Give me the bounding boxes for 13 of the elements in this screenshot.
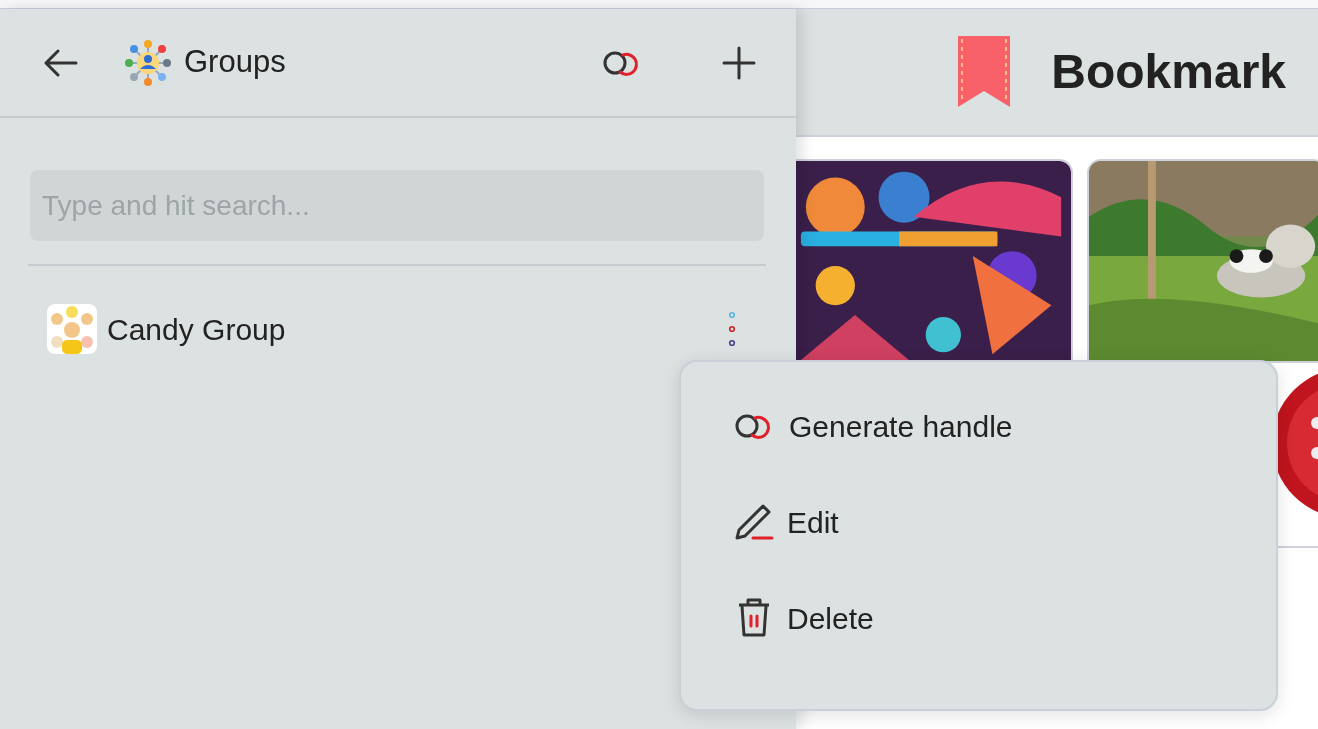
add-icon[interactable] bbox=[722, 45, 756, 80]
group-name[interactable]: Candy Group bbox=[107, 306, 286, 352]
pencil-icon bbox=[733, 502, 775, 542]
back-icon[interactable] bbox=[42, 47, 78, 78]
menu-item[interactable]: Edit bbox=[733, 498, 839, 546]
page-title: Bookmark bbox=[1051, 44, 1286, 100]
menu-item[interactable]: Generate handle bbox=[733, 402, 1013, 450]
group-network-icon bbox=[124, 38, 172, 87]
more-options-icon[interactable] bbox=[728, 311, 736, 347]
panel-title: Groups bbox=[184, 43, 286, 82]
bookmark-icon bbox=[957, 35, 1012, 109]
group-avatar bbox=[47, 304, 97, 354]
menu-item[interactable]: Delete bbox=[733, 594, 874, 642]
